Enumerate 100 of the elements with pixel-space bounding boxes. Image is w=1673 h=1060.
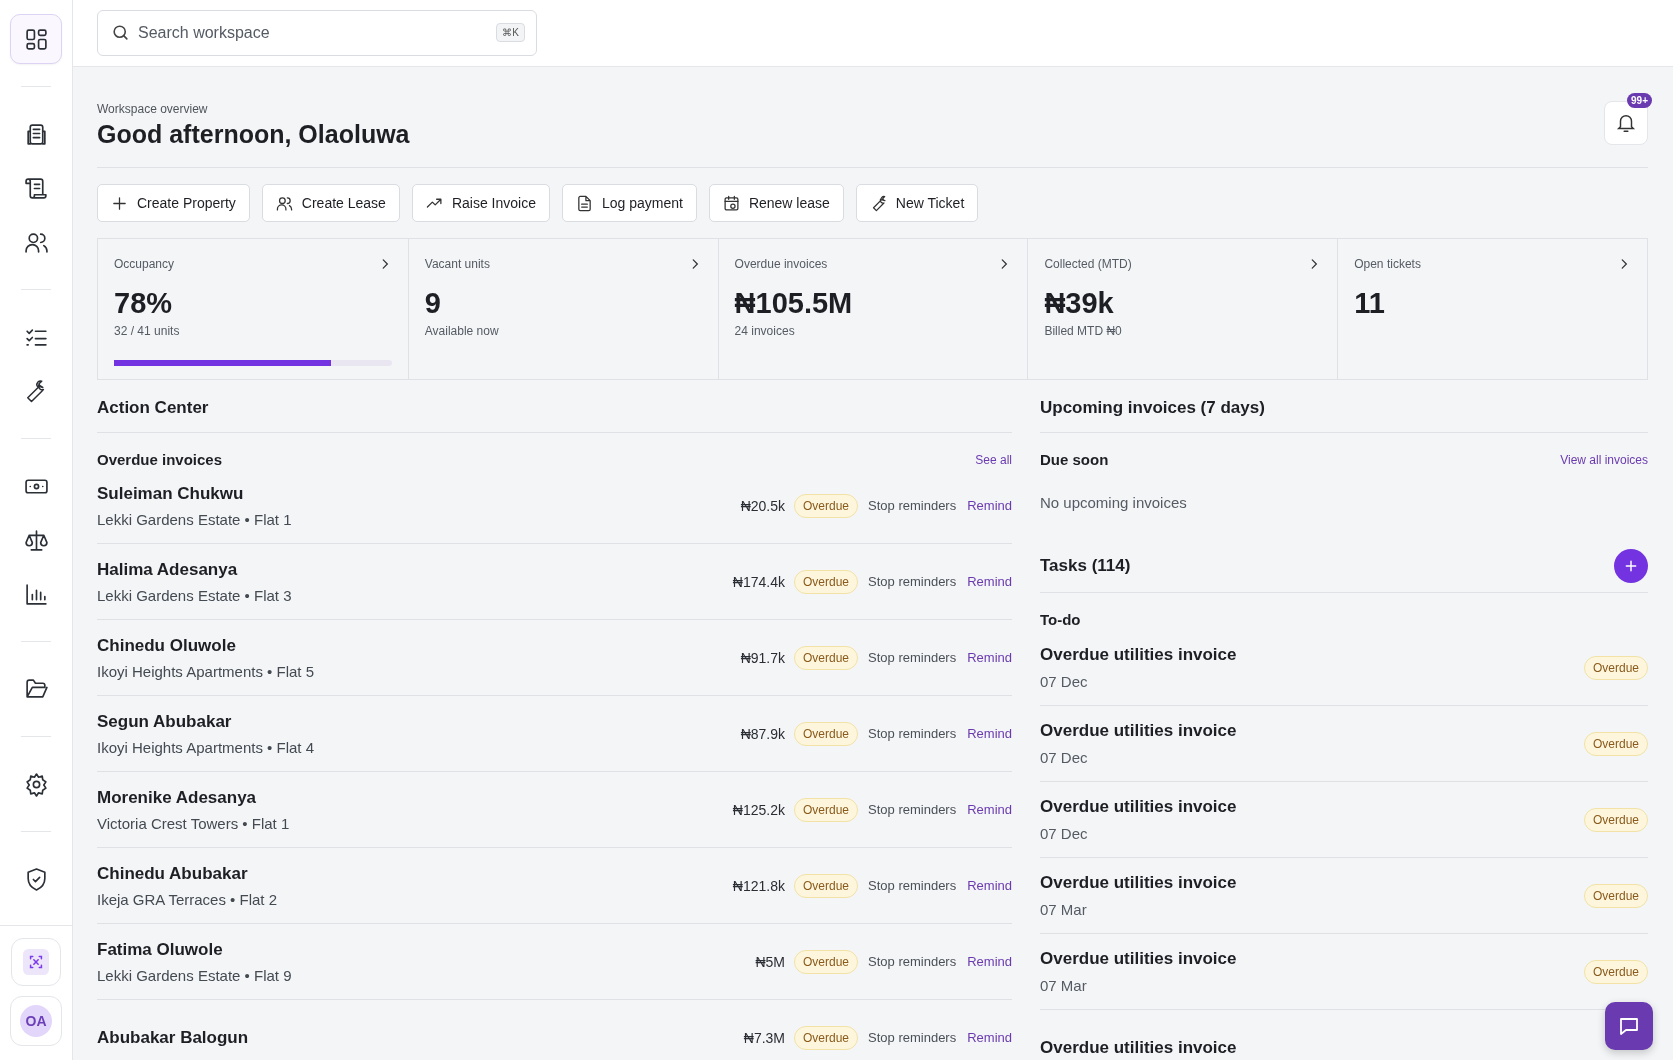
stat-caption: Billed MTD ₦0 [1044, 324, 1123, 338]
tenant-name: Halima Adesanya [97, 559, 239, 580]
section-title: Tasks (114) [1040, 556, 1131, 576]
status-badge: Overdue [1583, 807, 1648, 832]
task-date: 07 Dec [1040, 825, 1089, 842]
stat-label: Overdue invoices [734, 257, 828, 271]
section-title: Action Center [97, 398, 1012, 433]
remind-link[interactable]: Remind [967, 954, 1012, 969]
remind-link[interactable]: Remind [967, 574, 1012, 589]
task-date: 07 Mar [1040, 901, 1088, 918]
scan-icon [23, 949, 49, 975]
status-badge: Overdue [1583, 883, 1648, 908]
subsection-title: Overdue invoices [97, 451, 223, 468]
invoice-amount: ₦121.8k [732, 877, 785, 894]
sidebar-item[interactable] [10, 14, 62, 64]
stat-label: Occupancy [114, 257, 175, 271]
task-title: Overdue utilities invoice [1040, 949, 1237, 969]
bar-chart-icon [23, 581, 49, 607]
scroll-icon [23, 175, 49, 201]
status-badge: Overdue [794, 569, 859, 594]
remind-link[interactable]: Remind [967, 650, 1012, 665]
search-icon [111, 23, 130, 42]
stop-reminders-link[interactable]: Stop reminders [868, 726, 957, 741]
quick-action-button[interactable]: Log payment [561, 184, 697, 222]
stop-reminders-link[interactable]: Stop reminders [868, 802, 957, 817]
status-badge: Overdue [794, 493, 859, 518]
task-date: 07 Dec [1040, 749, 1089, 766]
stat-caption: Available now [424, 324, 500, 338]
tenant-name: Chinedu Oluwole [97, 635, 237, 656]
status-badge: Overdue [1583, 959, 1648, 984]
stat-card[interactable]: Open tickets 11 [1337, 239, 1647, 379]
stat-value: ₦105.5M [734, 287, 854, 320]
stop-reminders-link[interactable]: Stop reminders [868, 878, 957, 893]
stat-value: 9 [424, 287, 442, 320]
property-unit: Lekki Gardens Estate • Flat 9 [97, 966, 292, 984]
property-unit: Lekki Gardens Estate • Flat 3 [97, 586, 292, 604]
dashboard-icon [23, 26, 49, 52]
chat-button[interactable] [1605, 1002, 1653, 1050]
stat-card[interactable]: Overdue invoices ₦105.5M 24 invoices [717, 239, 1028, 379]
task-date: 07 Dec [1040, 673, 1089, 690]
task-title: Overdue utilities invoice [1040, 873, 1237, 893]
plus-icon [111, 194, 128, 212]
scale-icon [23, 527, 49, 553]
see-all-link[interactable]: See all [975, 452, 1012, 467]
stat-card[interactable]: Occupancy 78% 32 / 41 units [98, 239, 408, 379]
tenant-name: Fatima Oluwole [97, 939, 224, 960]
property-unit: Lekki Gardens Estate • Flat 1 [97, 510, 292, 528]
plus-icon [1623, 558, 1639, 574]
status-badge: Overdue [794, 797, 859, 822]
stat-caption: 24 invoices [734, 324, 796, 338]
task-title: Overdue utilities invoice [1040, 721, 1237, 741]
stat-card[interactable]: Collected (MTD) ₦39k Billed MTD ₦0 [1027, 239, 1338, 379]
remind-link[interactable]: Remind [967, 802, 1012, 817]
stop-reminders-link[interactable]: Stop reminders [868, 498, 957, 513]
tenant-name: Suleiman Chukwu [97, 483, 245, 504]
invoice-amount: ₦20.5k [740, 497, 785, 514]
add-task-button[interactable] [1614, 549, 1648, 583]
property-unit: Ikoyi Heights Apartments • Flat 4 [97, 738, 314, 756]
remind-link[interactable]: Remind [967, 726, 1012, 741]
property-unit: Victoria Crest Towers • Flat 1 [97, 814, 290, 832]
tenant-name: Abubakar Balogun [97, 1027, 249, 1048]
property-unit: Ikoyi Heights Apartments • Flat 5 [97, 662, 314, 680]
quick-action-button[interactable]: Raise Invoice [411, 184, 550, 222]
remind-link[interactable]: Remind [967, 498, 1012, 513]
stop-reminders-link[interactable]: Stop reminders [868, 1030, 957, 1045]
stat-value: ₦39k [1044, 287, 1115, 320]
task-date: 07 Mar [1040, 977, 1088, 994]
invoice-amount: ₦125.2k [732, 801, 785, 818]
stop-reminders-link[interactable]: Stop reminders [868, 574, 957, 589]
remind-link[interactable]: Remind [967, 1030, 1012, 1045]
stat-value: 78% [114, 287, 174, 320]
stat-caption: 32 / 41 units [114, 324, 181, 338]
remind-link[interactable]: Remind [967, 878, 1012, 893]
stop-reminders-link[interactable]: Stop reminders [868, 954, 957, 969]
quick-action-button[interactable]: Renew lease [708, 184, 844, 222]
quick-action-button[interactable]: Create Lease [261, 184, 400, 222]
tenant-name: Morenike Adesanya [97, 787, 258, 808]
user-avatar[interactable]: OA [20, 1005, 52, 1037]
property-unit: Ikeja GRA Terraces • Flat 2 [97, 890, 278, 908]
status-badge: Overdue [794, 645, 859, 670]
stop-reminders-link[interactable]: Stop reminders [868, 650, 957, 665]
tenant-name: Chinedu Abubakar [97, 863, 249, 884]
task-title: Overdue utilities invoice [1040, 645, 1237, 665]
invoice-amount: ₦91.7k [740, 649, 785, 666]
view-all-link[interactable]: View all invoices [1560, 452, 1648, 467]
stat-label: Open tickets [1354, 257, 1421, 271]
shortcut-hint: ⌘K [496, 23, 525, 42]
task-title: Overdue utilities invoice [1040, 797, 1237, 817]
bell-icon [1615, 112, 1637, 134]
invoice-amount: ₦87.9k [740, 725, 785, 742]
status-badge: Overdue [1583, 655, 1648, 680]
subsection-title: To-do [1040, 611, 1082, 628]
stat-card[interactable]: Vacant units 9 Available now [407, 239, 718, 379]
quick-action-button[interactable]: New Ticket [855, 184, 979, 222]
quick-action-button[interactable]: Create Property [97, 184, 250, 222]
status-badge: Overdue [794, 949, 859, 974]
stat-label: Vacant units [424, 257, 490, 271]
invoice-amount: ₦5M [755, 953, 785, 970]
stat-value: 11 [1354, 287, 1386, 320]
document-icon [575, 194, 593, 212]
